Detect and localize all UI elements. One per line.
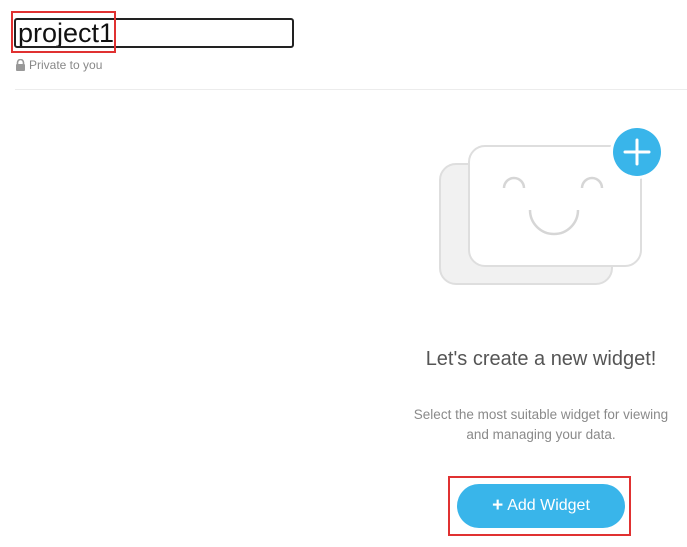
project-title-input[interactable] xyxy=(14,18,294,48)
header-divider xyxy=(15,89,687,90)
empty-state-description-line2: and managing your data. xyxy=(466,427,616,442)
privacy-label: Private to you xyxy=(29,58,103,72)
add-widget-label: Add Widget xyxy=(507,497,590,514)
plus-icon: + xyxy=(492,495,504,516)
empty-state-description-line1: Select the most suitable widget for view… xyxy=(413,407,669,422)
privacy-indicator: Private to you xyxy=(15,58,102,72)
widget-dashboard-page: Private to you Let's create a new widget… xyxy=(0,0,687,547)
widget-smiley-illustration xyxy=(439,125,664,285)
empty-state-title: Let's create a new widget! xyxy=(425,348,657,370)
empty-state-description: Select the most suitable widget for view… xyxy=(395,405,687,445)
add-widget-button[interactable]: + Add Widget xyxy=(457,484,625,528)
lock-icon xyxy=(16,59,25,71)
